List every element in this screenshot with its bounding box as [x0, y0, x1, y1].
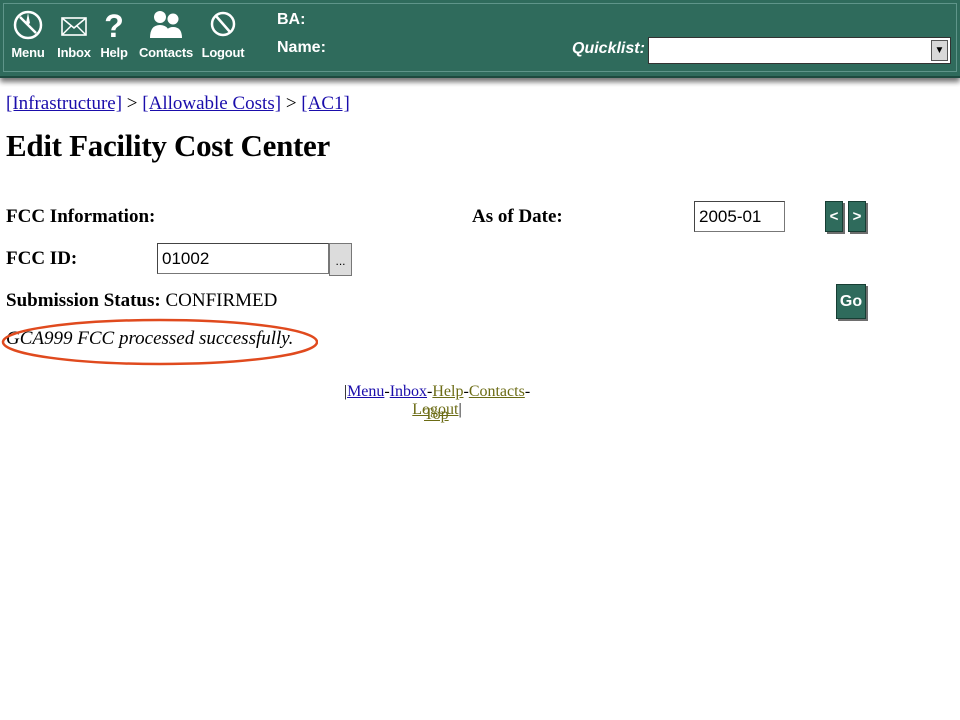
name-label: Name: [277, 39, 326, 56]
breadcrumb-separator: > [126, 93, 138, 114]
nav-help-label: Help [100, 45, 128, 60]
footer-bracket: | [458, 401, 462, 418]
as-of-date-label: As of Date: [472, 206, 563, 227]
nav-help-button[interactable]: ? Help [99, 8, 129, 60]
page-title: Edit Facility Cost Center [6, 128, 330, 163]
footer-link-top[interactable]: Top [424, 406, 449, 424]
footer-link-help[interactable]: Help [432, 383, 463, 400]
submission-status-label: Submission Status: [6, 290, 161, 311]
ba-label: BA: [277, 11, 306, 28]
submission-status-value: CONFIRMED [165, 290, 278, 311]
footer-link-contacts[interactable]: Contacts [469, 383, 525, 400]
fcc-id-label: FCC ID: [6, 248, 78, 269]
go-button[interactable]: Go [836, 284, 866, 319]
highlight-ellipse [1, 318, 318, 366]
svg-text:?: ? [104, 8, 124, 42]
submission-status-row: Submission Status: CONFIRMED [6, 290, 277, 312]
breadcrumb-ac1[interactable]: [AC1] [301, 93, 350, 114]
no-entry-icon [210, 11, 236, 37]
question-icon: ? [104, 8, 124, 42]
top-toolbar: Menu Inbox ? Help Contacts Logout BA: Na… [0, 0, 960, 78]
fcc-id-input[interactable] [157, 243, 329, 274]
dropdown-arrow-icon[interactable]: ▼ [931, 40, 948, 61]
quicklist-select[interactable]: ▼ [648, 37, 951, 64]
fcc-id-lookup-button[interactable]: ... [329, 243, 352, 276]
as-of-date-input[interactable] [694, 201, 785, 232]
envelope-icon [61, 17, 87, 36]
nav-inbox-label: Inbox [57, 45, 91, 60]
prev-date-button[interactable]: < [825, 201, 843, 232]
nav-inbox-button[interactable]: Inbox [55, 8, 93, 60]
footer-dash: - [524, 383, 531, 400]
nav-logout-button[interactable]: Logout [200, 8, 246, 60]
footer-link-inbox[interactable]: Inbox [390, 383, 427, 400]
nav-menu-button[interactable]: Menu [8, 8, 48, 60]
breadcrumb: [Infrastructure] > [Allowable Costs] > [… [6, 93, 350, 115]
nav-contacts-label: Contacts [138, 45, 194, 60]
compass-icon [13, 10, 43, 40]
breadcrumb-infrastructure[interactable]: [Infrastructure] [6, 93, 122, 114]
breadcrumb-separator: > [285, 93, 297, 114]
footer-link-menu[interactable]: Menu [347, 383, 384, 400]
breadcrumb-allowable-costs[interactable]: [Allowable Costs] [142, 93, 281, 114]
nav-menu-label: Menu [11, 45, 45, 60]
nav-contacts-button[interactable]: Contacts [138, 8, 194, 60]
fcc-information-label: FCC Information: [6, 206, 156, 227]
nav-logout-label: Logout [201, 45, 245, 60]
quicklist-label: Quicklist: [572, 40, 645, 57]
next-date-button[interactable]: > [848, 201, 866, 232]
people-icon [150, 11, 182, 38]
